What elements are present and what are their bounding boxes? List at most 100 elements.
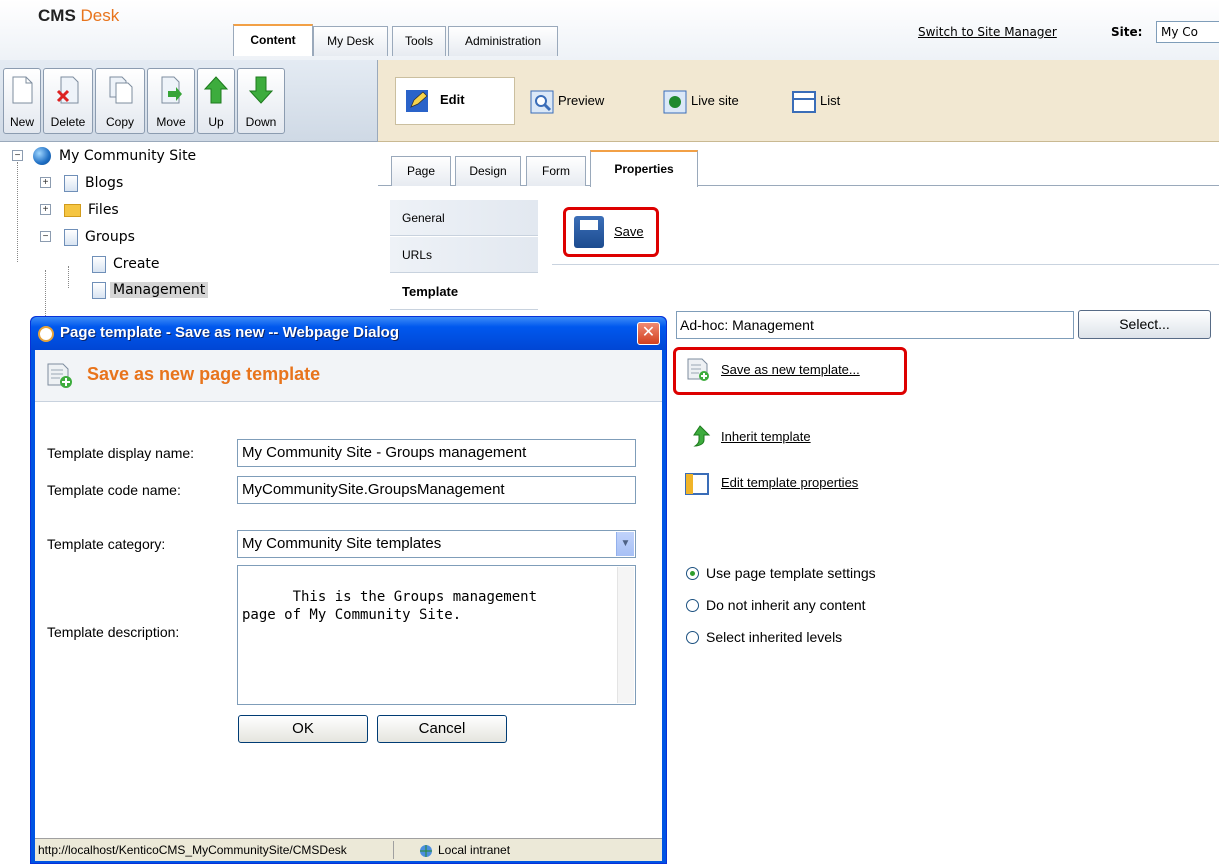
radio-button[interactable] (686, 630, 699, 644)
prop-tab-urls[interactable]: URLs (390, 237, 538, 273)
template-category-select[interactable]: My Community Site templates ▼ (237, 530, 636, 558)
radio-use-page-template-settings[interactable]: Use page template settings (686, 563, 876, 583)
tree-line (68, 266, 69, 288)
site-select[interactable]: My Co (1156, 21, 1219, 43)
cms-desk-logo: CMS Desk (38, 6, 120, 25)
cancel-button[interactable]: Cancel (377, 715, 507, 743)
radio-do-not-inherit[interactable]: Do not inherit any content (686, 595, 866, 615)
folder-icon (64, 203, 81, 217)
up-button[interactable]: Up (197, 68, 235, 134)
preview-mode-button[interactable]: Preview (530, 89, 604, 114)
ok-button[interactable]: OK (238, 715, 368, 743)
description-scrollbar[interactable] (617, 567, 634, 703)
save-action[interactable]: Save (563, 207, 659, 257)
tab-administration[interactable]: Administration (448, 26, 558, 56)
expand-files-toggle[interactable]: + (40, 204, 51, 215)
select-template-button[interactable]: Select... (1078, 310, 1211, 339)
edit-mode-button[interactable]: Edit (395, 77, 515, 125)
new-template-icon (687, 358, 709, 381)
content-toolbar: New Delete Copy Move Up Down (0, 60, 378, 142)
tab-form[interactable]: Form (526, 156, 586, 186)
new-document-icon (12, 76, 33, 104)
switch-to-site-manager-link[interactable]: Switch to Site Manager (918, 25, 1057, 39)
template-code-name-input[interactable]: MyCommunitySite.GroupsManagement (237, 476, 636, 504)
dialog-status-bar: http://localhost/KenticoCMS_MyCommunityS… (35, 838, 662, 861)
document-icon (64, 228, 78, 246)
tree-node-management[interactable]: Management (92, 279, 209, 301)
arrow-up-icon (203, 76, 229, 104)
tree-node-create[interactable]: Create (92, 253, 163, 275)
list-icon (792, 90, 816, 113)
save-as-new-template-dialog: Page template - Save as new -- Webpage D… (30, 316, 667, 864)
save-link[interactable]: Save (614, 224, 644, 239)
save-as-new-template-link[interactable]: Save as new template... (721, 362, 860, 377)
save-disk-icon (574, 216, 604, 248)
delete-button[interactable]: Delete (43, 68, 93, 134)
template-display-name-input[interactable]: My Community Site - Groups management (237, 439, 636, 467)
tab-my-desk[interactable]: My Desk (313, 26, 388, 56)
dialog-body: Save as new page template Template displ… (35, 350, 662, 861)
inherit-arrow-icon (693, 425, 711, 447)
document-tabs: Page Design Form Properties (378, 142, 1219, 187)
status-zone: Local intranet (417, 839, 510, 861)
dialog-titlebar[interactable]: Page template - Save as new -- Webpage D… (31, 317, 666, 350)
tab-page[interactable]: Page (391, 156, 451, 186)
list-mode-button[interactable]: List (792, 89, 840, 113)
collapse-root-toggle[interactable]: − (12, 150, 23, 161)
dialog-header: Save as new page template (35, 350, 662, 402)
collapse-groups-toggle[interactable]: − (40, 231, 51, 242)
live-site-mode-button[interactable]: Live site (663, 89, 739, 114)
expand-blogs-toggle[interactable]: + (40, 177, 51, 188)
radio-button[interactable] (686, 598, 699, 612)
dialog-heading: Save as new page template (87, 364, 321, 384)
copy-document-icon (109, 76, 133, 104)
app-header: CMS Desk Content My Desk Tools Administr… (0, 0, 1219, 60)
tree-line (17, 162, 18, 262)
move-document-icon (161, 76, 182, 104)
prop-tab-template[interactable]: Template (390, 274, 538, 310)
tab-properties[interactable]: Properties (590, 150, 698, 187)
intranet-globe-icon (420, 844, 432, 857)
globe-icon (33, 147, 51, 165)
magnifier-icon (530, 90, 554, 114)
tree-node-groups[interactable]: Groups (64, 226, 138, 248)
site-label: Site: (1111, 25, 1143, 39)
view-mode-toolbar: Edit Preview Live site List (378, 60, 1219, 142)
template-properties-icon (685, 473, 709, 495)
close-icon[interactable]: ✕ (637, 322, 660, 345)
new-button[interactable]: New (3, 68, 41, 134)
display-name-label: Template display name: (47, 445, 195, 461)
delete-document-icon (56, 76, 79, 104)
document-icon (92, 281, 106, 299)
edit-template-properties-link[interactable]: Edit template properties (721, 475, 858, 490)
tab-design[interactable]: Design (455, 156, 521, 186)
ie-icon (38, 326, 54, 342)
divider (552, 264, 1219, 265)
live-globe-icon (663, 90, 687, 114)
document-icon (92, 255, 106, 273)
content-tree: − My Community Site + Blogs + Files − Gr… (0, 142, 378, 450)
code-name-label: Template code name: (47, 482, 181, 498)
tree-node-blogs[interactable]: Blogs (64, 172, 126, 194)
radio-button-checked[interactable] (686, 566, 699, 580)
template-description-textarea[interactable]: This is the Groups management page of My… (237, 565, 636, 705)
category-label: Template category: (47, 536, 166, 552)
arrow-down-icon (248, 76, 274, 104)
new-template-icon (47, 363, 72, 388)
down-button[interactable]: Down (237, 68, 285, 134)
tab-content[interactable]: Content (233, 24, 313, 56)
status-url: http://localhost/KenticoCMS_MyCommunityS… (38, 843, 347, 857)
inherit-template-link[interactable]: Inherit template (721, 429, 811, 444)
move-button[interactable]: Move (147, 68, 195, 134)
copy-button[interactable]: Copy (95, 68, 145, 134)
dialog-title: Page template - Save as new -- Webpage D… (60, 324, 399, 341)
prop-tab-general[interactable]: General (390, 200, 538, 236)
tree-node-files[interactable]: Files (64, 199, 122, 221)
page-template-field: Ad-hoc: Management (676, 311, 1074, 339)
tab-tools[interactable]: Tools (392, 26, 446, 56)
description-label: Template description: (47, 624, 180, 640)
tree-node-my-community-site[interactable]: My Community Site (33, 145, 199, 167)
chevron-down-icon[interactable]: ▼ (616, 532, 634, 556)
radio-select-inherited-levels[interactable]: Select inherited levels (686, 627, 842, 647)
properties-side-tabs: General URLs Template (390, 200, 538, 320)
